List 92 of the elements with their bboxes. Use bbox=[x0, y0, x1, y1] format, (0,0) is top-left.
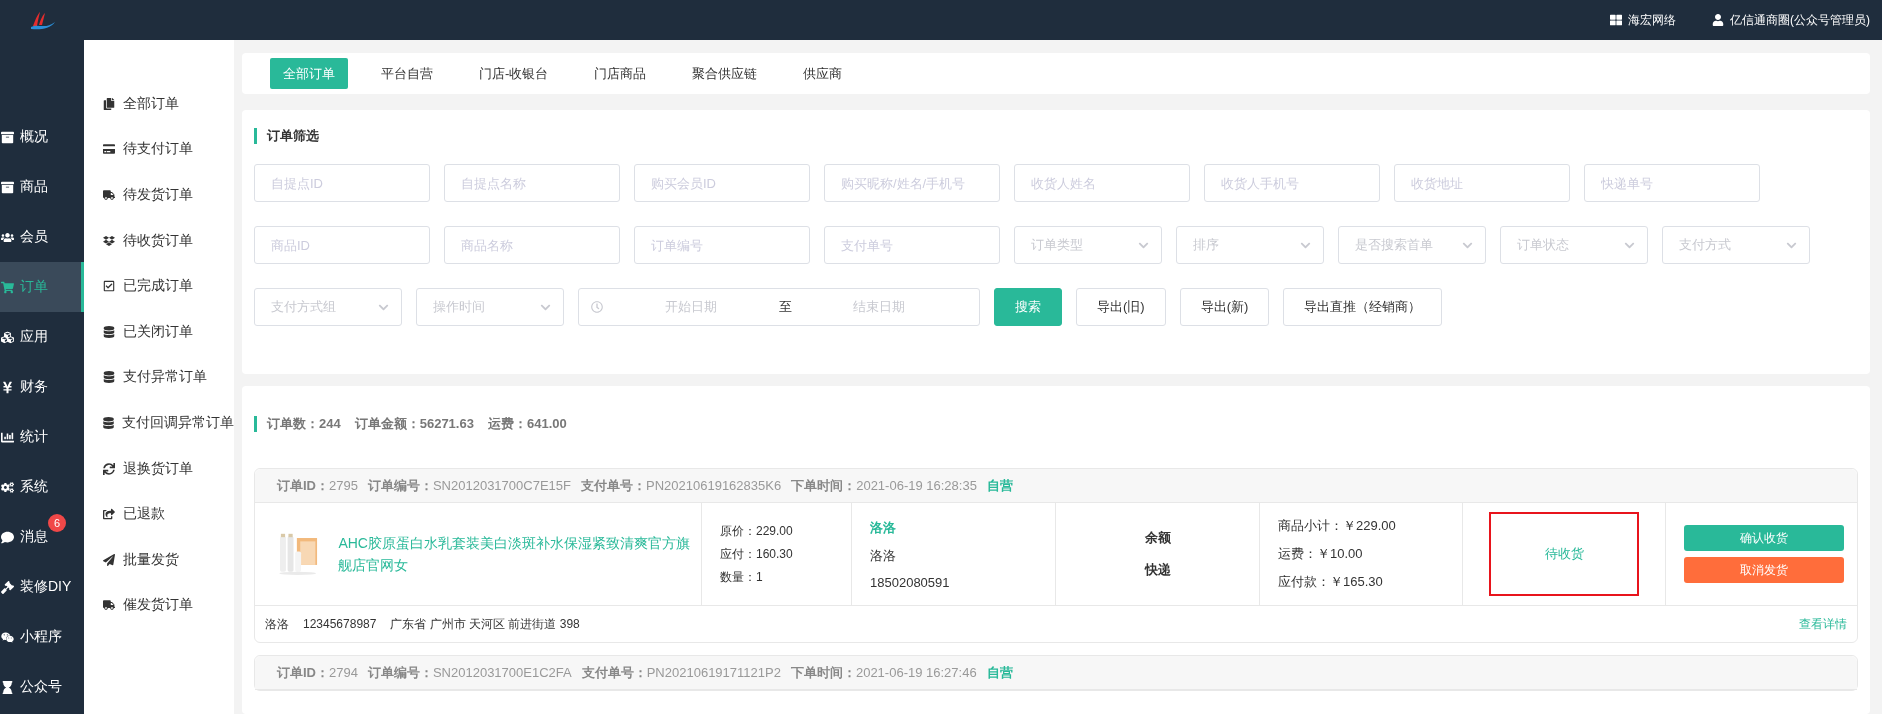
nav-item[interactable]: 概况 bbox=[0, 112, 84, 162]
database-icon bbox=[103, 371, 115, 384]
nav-item[interactable]: 装修DIY bbox=[0, 562, 84, 612]
subnav-item[interactable]: 待发货订单 bbox=[84, 172, 234, 218]
range-separator: 至 bbox=[778, 298, 792, 316]
nav-item[interactable]: 统计 bbox=[0, 412, 84, 462]
payment-info: 余额 bbox=[1144, 529, 1171, 547]
order-meta: 订单ID：2794 bbox=[277, 663, 358, 682]
buyer-name: 洛洛 bbox=[870, 546, 896, 565]
tab[interactable]: 门店-收银台 bbox=[466, 58, 562, 89]
users-icon bbox=[1, 230, 14, 244]
nav-item[interactable]: 会员 bbox=[0, 212, 84, 262]
tab[interactable]: 平台自营 bbox=[368, 58, 446, 89]
subnav-item[interactable]: 催发货订单 bbox=[84, 582, 234, 629]
total-line: 商品小计：￥229.00 bbox=[1278, 517, 1396, 535]
user-menu[interactable]: 亿信通商圈(公众号管理员) bbox=[1712, 11, 1870, 29]
tab[interactable]: 门店商品 bbox=[581, 58, 660, 89]
order-meta: 支付单号：PN20210619162835K6 bbox=[581, 476, 782, 495]
hammer-icon bbox=[1, 580, 14, 594]
share-icon bbox=[103, 508, 115, 521]
order-meta: 订单编号：SN2012031700E1C2FA bbox=[367, 663, 572, 682]
truck-icon bbox=[103, 599, 115, 612]
truck-icon bbox=[103, 189, 115, 201]
order-meta: 支付单号：PN20210619171121P2 bbox=[581, 663, 781, 682]
subnav-item[interactable]: 待收货订单 bbox=[84, 217, 234, 264]
user-icon bbox=[1712, 14, 1724, 26]
price-line: 数量：1 bbox=[720, 568, 763, 586]
order-status: 待收货 bbox=[1489, 512, 1639, 596]
nav-item[interactable]: 财务 bbox=[0, 362, 84, 412]
bar-chart-icon bbox=[1, 430, 14, 444]
summary-stat: 订单金额：56271.63 bbox=[354, 416, 474, 432]
copy-icon bbox=[103, 97, 115, 110]
database-icon bbox=[103, 325, 115, 338]
chat-icon bbox=[1, 530, 14, 544]
nav-item[interactable]: 消息 6 bbox=[0, 512, 84, 562]
total-line: 运费：￥10.00 bbox=[1278, 545, 1363, 563]
subnav-item[interactable]: 退换货订单 bbox=[84, 445, 234, 492]
boxes-icon bbox=[103, 234, 115, 247]
nav-item[interactable]: 订单 bbox=[0, 262, 84, 312]
cubes-icon bbox=[1, 330, 14, 344]
subnav-item[interactable]: 批量发货 bbox=[84, 536, 234, 583]
nav-item[interactable]: 应用 bbox=[0, 312, 84, 362]
database-icon bbox=[103, 416, 114, 429]
address-text: 洛洛 bbox=[265, 615, 289, 633]
chat-bubbles-icon bbox=[1, 630, 14, 644]
export-button[interactable]: 导出(旧) bbox=[1076, 288, 1166, 326]
nav-item[interactable]: 商品 bbox=[0, 162, 84, 212]
address-text: 12345678987 bbox=[303, 617, 377, 631]
export-button[interactable]: 导出直推（经销商） bbox=[1283, 288, 1443, 326]
hourglass-icon bbox=[1, 680, 14, 694]
count-badge: 6 bbox=[48, 514, 66, 532]
tab[interactable]: 聚合供应链 bbox=[679, 58, 771, 89]
yen-icon bbox=[1, 380, 14, 394]
nav-item[interactable]: 小程序 bbox=[0, 612, 84, 662]
paper-plane-icon bbox=[103, 553, 115, 566]
order-tag: 自营 bbox=[986, 476, 1013, 495]
nav-item[interactable]: 公众号 bbox=[0, 662, 84, 712]
section-title: 订单筛选 bbox=[254, 128, 1858, 144]
box-icon bbox=[1, 180, 14, 194]
checkbox-icon bbox=[103, 280, 115, 293]
cart-icon bbox=[1, 280, 14, 294]
credit-card-icon bbox=[103, 143, 115, 156]
clock-icon bbox=[591, 301, 603, 313]
payment-info: 快递 bbox=[1144, 561, 1171, 579]
order-tag: 自营 bbox=[986, 663, 1013, 682]
refresh-icon bbox=[103, 462, 115, 475]
subnav-item[interactable]: 已退款 bbox=[84, 491, 234, 537]
tab[interactable]: 供应商 bbox=[790, 58, 856, 89]
subnav-item[interactable]: 全部订单 bbox=[84, 81, 234, 127]
subnav-item[interactable]: 待支付订单 bbox=[84, 126, 234, 173]
address-text: 广东省 广州市 天河区 前进街道 398 bbox=[390, 615, 580, 633]
summary-stat: 运费：641.00 bbox=[487, 416, 567, 432]
price-line: 原价：229.00 bbox=[720, 522, 793, 540]
order-meta: 下单时间：2021-06-19 16:27:46 bbox=[790, 663, 977, 682]
buyer-phone: 18502080591 bbox=[870, 574, 950, 590]
subnav-item[interactable]: 已关闭订单 bbox=[84, 308, 234, 355]
total-line: 应付款：￥165.30 bbox=[1278, 573, 1383, 591]
box-icon bbox=[1, 130, 14, 144]
order-meta: 下单时间：2021-06-19 16:28:35 bbox=[791, 476, 977, 495]
gears-icon bbox=[1, 480, 14, 494]
summary-stat: 订单数：244 bbox=[267, 416, 341, 432]
export-button[interactable]: 导出(新) bbox=[1179, 288, 1270, 326]
order-meta: 订单ID：2795 bbox=[277, 476, 358, 495]
grid-icon bbox=[1610, 14, 1622, 26]
subnav-item[interactable]: 支付回调异常订单 bbox=[84, 400, 234, 446]
buyer-nickname: 洛洛 bbox=[870, 518, 896, 537]
price-line: 应付：160.30 bbox=[720, 545, 793, 563]
order-meta: 订单编号：SN2012031700C7E15F bbox=[367, 476, 571, 495]
subnav-item[interactable]: 已完成订单 bbox=[84, 263, 234, 309]
subnav-item[interactable]: 支付异常订单 bbox=[84, 354, 234, 401]
nav-item[interactable]: 系统 bbox=[0, 462, 84, 512]
org-link[interactable]: 海宏网络 bbox=[1610, 11, 1676, 29]
